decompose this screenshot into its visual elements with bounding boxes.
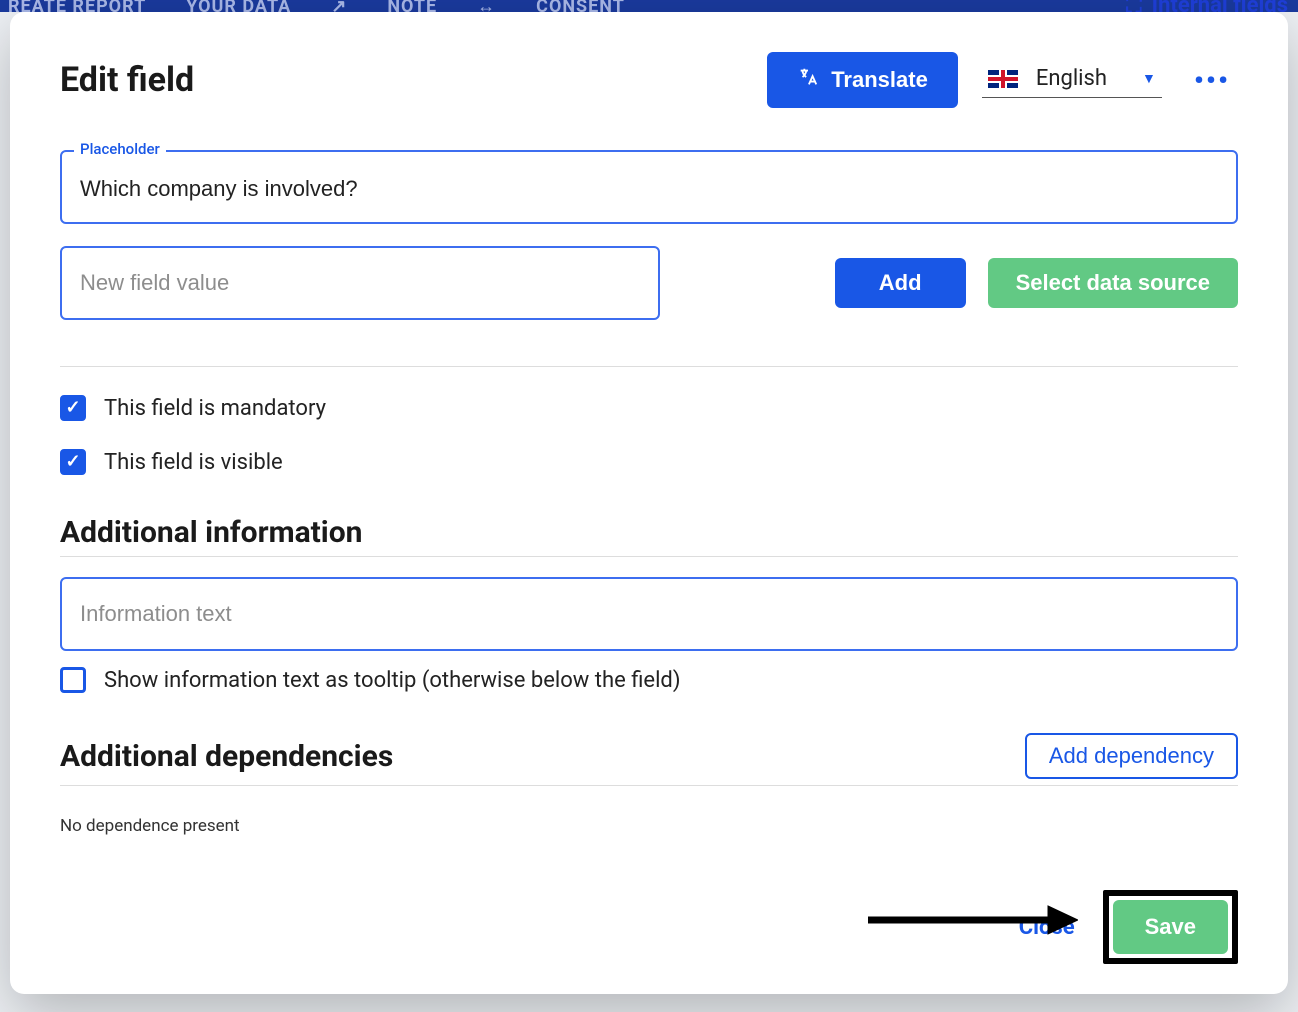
placeholder-float-label: Placeholder — [74, 140, 166, 158]
bg-tab: REATE REPORT — [8, 0, 146, 12]
visible-row: This field is visible — [60, 449, 1238, 475]
mandatory-label: This field is mandatory — [104, 396, 326, 421]
placeholder-input[interactable] — [60, 150, 1238, 224]
modal-title: Edit field — [60, 60, 743, 100]
bg-tab: YOUR DATA — [186, 0, 291, 12]
save-highlight-annotation: Save — [1103, 890, 1238, 964]
mandatory-checkbox[interactable] — [60, 395, 86, 421]
language-label: English — [1036, 66, 1124, 91]
tooltip-label: Show information text as tooltip (otherw… — [104, 668, 681, 693]
bg-tab: ↔ — [477, 0, 496, 12]
modal-footer: Close Save — [60, 860, 1238, 964]
close-button[interactable]: Close — [1019, 915, 1075, 940]
uk-flag-icon — [988, 70, 1018, 88]
dependencies-heading: Additional dependencies — [60, 739, 393, 774]
no-dependence-text: No dependence present — [60, 816, 1238, 836]
select-data-source-button[interactable]: Select data source — [988, 258, 1238, 308]
tooltip-row: Show information text as tooltip (otherw… — [60, 667, 1238, 693]
save-button[interactable]: Save — [1113, 900, 1228, 954]
bg-tab: ↗ — [331, 0, 347, 12]
edit-field-modal: Edit field Translate English ▼ ••• Place… — [10, 12, 1288, 994]
add-button[interactable]: Add — [835, 258, 966, 308]
language-select[interactable]: English ▼ — [982, 62, 1162, 98]
bg-tab: NOTE — [387, 0, 437, 12]
new-value-row: Add Select data source — [60, 246, 1238, 320]
add-dependency-button[interactable]: Add dependency — [1025, 733, 1238, 779]
information-text-input[interactable] — [60, 577, 1238, 651]
additional-info-heading: Additional information — [60, 515, 1238, 557]
background-right-link: ⛶Internal fields — [1126, 0, 1288, 10]
visible-label: This field is visible — [104, 450, 283, 475]
modal-header: Edit field Translate English ▼ ••• — [60, 52, 1238, 108]
dependencies-heading-row: Additional dependencies Add dependency — [60, 733, 1238, 786]
background-nav: REATE REPORT YOUR DATA ↗ NOTE ↔ CONSENT — [0, 0, 1298, 12]
bg-tab: CONSENT — [536, 0, 625, 12]
translate-icon — [797, 66, 819, 94]
tooltip-checkbox[interactable] — [60, 667, 86, 693]
placeholder-field-wrap: Placeholder — [60, 150, 1238, 224]
more-menu-icon[interactable]: ••• — [1186, 64, 1238, 97]
chevron-down-icon: ▼ — [1142, 70, 1156, 87]
divider — [60, 366, 1238, 367]
translate-button[interactable]: Translate — [767, 52, 958, 108]
new-field-value-input[interactable] — [60, 246, 660, 320]
visible-checkbox[interactable] — [60, 449, 86, 475]
mandatory-row: This field is mandatory — [60, 395, 1238, 421]
translate-label: Translate — [831, 67, 928, 93]
